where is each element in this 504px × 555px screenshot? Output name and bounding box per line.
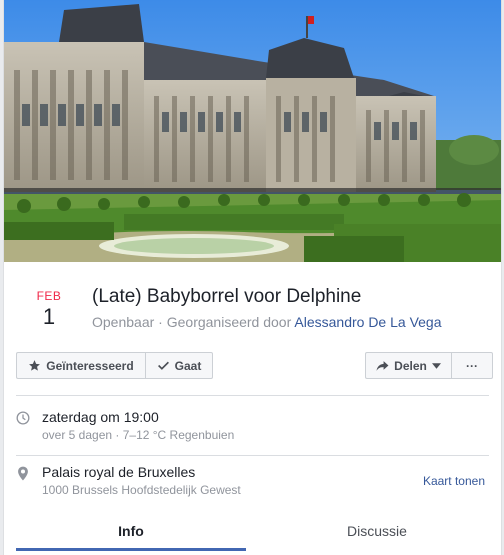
check-icon [157,359,170,372]
event-month: FEB [36,289,62,303]
event-header: FEB 1 (Late) Babyborrel voor Delphine Op… [4,262,501,350]
action-bar: Geïnteresseerd Gaat Delen ··· [4,350,501,394]
going-label: Gaat [174,358,202,373]
organizer-link[interactable]: Alessandro De La Vega [294,314,441,330]
event-location-row[interactable]: Palais royal de Bruxelles 1000 Brussels … [16,464,489,500]
palace-image [4,0,501,262]
divider [16,395,489,396]
subline-separator: · [154,314,167,330]
show-map-link[interactable]: Kaart tonen [423,474,485,488]
going-button[interactable]: Gaat [145,352,213,379]
event-day: 1 [42,304,56,329]
star-icon [28,359,41,372]
event-subline: Openbaar · Georganiseerd door Alessandro… [92,314,442,330]
location-name: Palais royal de Bruxelles [42,464,196,480]
tab-discussion[interactable]: Discussie [262,511,492,551]
event-time-row[interactable]: zaterdag om 19:00 over 5 dagen · 7–12 °C… [16,409,489,445]
organized-by-label: Georganiseerd door [166,314,292,330]
event-date: FEB 1 [32,289,66,329]
cover-photo[interactable] [4,0,501,262]
tab-info[interactable]: Info [16,511,246,551]
map-pin-icon [16,466,30,486]
divider [16,455,489,456]
location-address: 1000 Brussels Hoofdstedelijk Gewest [42,483,241,497]
event-title: (Late) Babyborrel voor Delphine [92,286,362,307]
active-tab-indicator [16,548,246,551]
interested-button[interactable]: Geïnteresseerd [16,352,145,379]
share-label: Delen [394,358,427,373]
event-time-details: over 5 dagen · 7–12 °C Regenbuien [42,428,235,442]
event-time: zaterdag om 19:00 [42,409,159,425]
share-arrow-icon [376,360,389,372]
more-label: ··· [466,358,478,373]
event-card: FEB 1 (Late) Babyborrel voor Delphine Op… [3,0,502,555]
event-tabs: Info Discussie [4,511,501,555]
clock-icon [16,411,30,430]
more-options-button[interactable]: ··· [451,352,493,379]
share-button[interactable]: Delen [365,352,451,379]
event-privacy: Openbaar [92,314,155,330]
interested-label: Geïnteresseerd [46,358,134,373]
chevron-down-icon [431,362,441,369]
